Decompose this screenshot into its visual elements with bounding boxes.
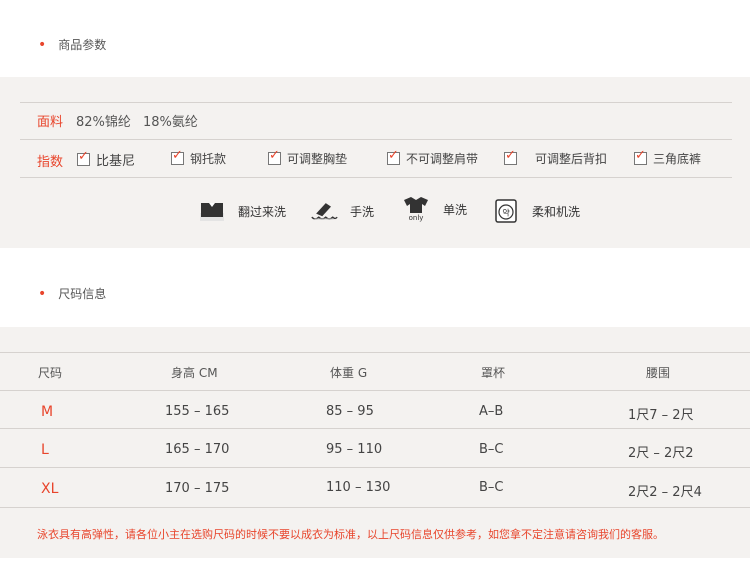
- table-header-height: 身高 CM: [171, 366, 218, 380]
- care-label: 翻过来洗: [238, 204, 287, 219]
- checkbox-checked-icon: [634, 148, 647, 165]
- wash-alone-icon-text: only: [408, 214, 424, 222]
- feature-item-bikini: 比基尼: [77, 149, 136, 169]
- svg-text:약: 약: [502, 208, 510, 218]
- size-note: 泳衣具有高弹性，请各位小主在选购尺码的时候不要以成衣为标准，以上尺码信息仅供参考…: [37, 528, 664, 541]
- feature-label: 可调整后背扣: [535, 152, 608, 166]
- feature-label: 钢托款: [190, 152, 227, 166]
- hand-wash-icon: [310, 197, 338, 225]
- feature-item-underwire: 钢托款: [171, 148, 227, 167]
- care-label: 柔和机洗: [532, 204, 581, 219]
- table-cell-waist: 2尺2 – 2尺4: [628, 485, 702, 500]
- table-cell-height: 165 – 170: [165, 442, 230, 457]
- table-cell-cup: A–B: [479, 404, 504, 419]
- divider: [20, 177, 732, 178]
- feature-item-brief: 三角底裤: [634, 148, 702, 167]
- care-item-gentle-machine-wash: 약 柔和机洗: [492, 197, 580, 225]
- divider: [0, 467, 750, 468]
- table-cell-size: M: [41, 404, 54, 420]
- wash-alone-icon: only: [401, 195, 431, 223]
- fold-wash-icon: [198, 197, 226, 225]
- care-item-wash-alone: only 单洗: [401, 195, 467, 223]
- section-title-label: 尺码信息: [58, 287, 107, 301]
- table-cell-weight: 110 – 130: [326, 480, 391, 495]
- table-cell-height: 155 – 165: [165, 404, 230, 419]
- material-value-1: 82%锦纶: [76, 115, 131, 130]
- table-cell-weight: 95 – 110: [326, 442, 383, 457]
- section-title-size-info: • 尺码信息: [38, 285, 106, 302]
- checkbox-checked-icon: [268, 148, 281, 165]
- checkbox-checked-icon: [77, 149, 90, 166]
- divider: [0, 428, 750, 429]
- feature-label: 可调整胸垫: [287, 152, 348, 166]
- table-header-weight: 体重 G: [330, 366, 368, 380]
- table-cell-waist: 1尺7 – 2尺: [628, 408, 694, 423]
- divider: [20, 102, 732, 103]
- material-label: 面料: [37, 115, 64, 130]
- bullet-icon: •: [38, 285, 47, 302]
- table-cell-size: L: [41, 442, 49, 458]
- table-cell-cup: B–C: [479, 480, 504, 495]
- care-item-turn-inside-out: 翻过来洗: [198, 197, 286, 225]
- feature-label: 三角底裤: [653, 152, 702, 166]
- table-cell-size: XL: [41, 481, 59, 497]
- gentle-machine-icon: 약: [492, 197, 520, 225]
- table-header-waist: 腰围: [646, 366, 671, 380]
- table-cell-height: 170 – 175: [165, 481, 230, 496]
- divider: [20, 139, 732, 140]
- care-label: 单洗: [443, 202, 468, 217]
- table-header-size: 尺码: [38, 366, 63, 380]
- feature-item-adjustable-pad: 可调整胸垫: [268, 148, 348, 167]
- section-title-label: 商品参数: [58, 38, 107, 52]
- table-cell-waist: 2尺 – 2尺2: [628, 446, 694, 461]
- checkbox-checked-icon: [171, 148, 184, 165]
- care-label: 手洗: [350, 204, 375, 219]
- material-value-2: 18%氨纶: [143, 115, 198, 130]
- feature-label: 比基尼: [96, 154, 136, 169]
- checkbox-checked-icon: [504, 148, 517, 165]
- bullet-icon: •: [38, 36, 47, 53]
- feature-item-back-clasp: 可调整后背扣: [504, 148, 608, 167]
- features-label: 指数: [37, 155, 64, 170]
- section-title-product-params: • 商品参数: [38, 36, 106, 53]
- feature-item-fixed-strap: 不可调整肩带: [387, 148, 479, 167]
- divider: [0, 507, 750, 508]
- divider: [0, 390, 750, 391]
- care-item-hand-wash: 手洗: [310, 197, 374, 225]
- checkbox-checked-icon: [387, 148, 400, 165]
- table-cell-cup: B–C: [479, 442, 504, 457]
- table-cell-weight: 85 – 95: [326, 404, 374, 419]
- table-header-cup: 罩杯: [481, 366, 506, 380]
- feature-label: 不可调整肩带: [406, 152, 479, 166]
- divider: [0, 352, 750, 353]
